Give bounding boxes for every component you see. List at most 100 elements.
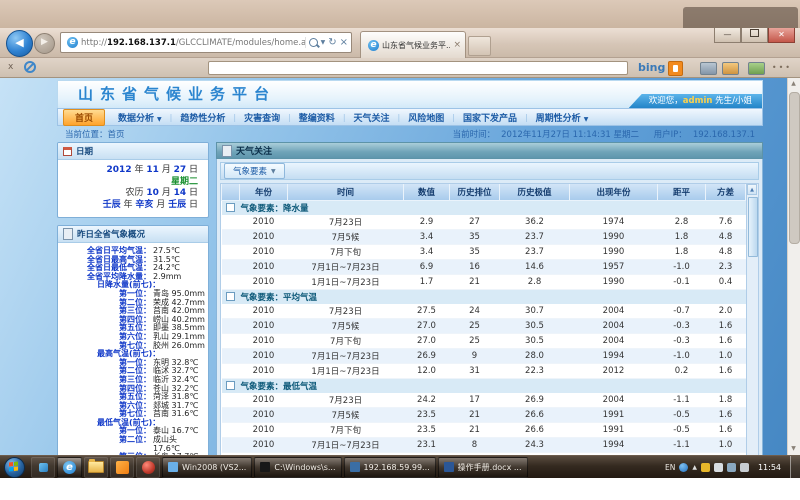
nav-item-1[interactable]: 首页: [63, 109, 105, 126]
start-button[interactable]: [4, 457, 25, 478]
stop-icon[interactable]: ×: [340, 37, 348, 48]
table-cell: 14.6: [500, 260, 570, 275]
back-button[interactable]: ◀: [6, 30, 33, 57]
group-header-row[interactable]: 气象要素：最低气温: [222, 379, 746, 394]
table-row[interactable]: 20107月下旬3.43523.719901.84.8: [222, 245, 746, 260]
language-indicator[interactable]: EN: [665, 463, 675, 472]
nav-item-6[interactable]: 天气关注: [346, 111, 398, 124]
current-time: 2012年11月27日 11:14:31 星期二: [501, 130, 639, 140]
explorer-icon[interactable]: [84, 457, 108, 478]
nav-item-7[interactable]: 风险地图: [400, 111, 452, 124]
element-dropdown-button[interactable]: 气象要素▼: [224, 163, 285, 179]
table-cell: -0.5: [658, 423, 706, 438]
url-text[interactable]: http://192.168.137.1/GLCCLIMATE/modules/…: [81, 38, 305, 48]
bing-logo[interactable]: bing: [638, 62, 665, 73]
taskbar-button[interactable]: 192.168.59.99...: [344, 457, 436, 478]
search-dropdown-icon[interactable]: ▼: [321, 39, 326, 46]
forward-button[interactable]: ▶: [34, 33, 55, 54]
table-cell: 2010: [240, 215, 288, 230]
table-row[interactable]: 20107月23日2.92736.219742.87.6: [222, 215, 746, 230]
table-row[interactable]: 20107月5候27.02530.52004-0.31.6: [222, 319, 746, 334]
taskbar-button[interactable]: C:\Windows\s...: [254, 457, 341, 478]
nav-item-5[interactable]: 整编资料: [291, 111, 343, 124]
more-options-icon[interactable]: •••: [772, 63, 792, 72]
orange-app-icon[interactable]: [110, 457, 134, 478]
group-header-row[interactable]: 气象要素：降水量: [222, 201, 746, 216]
maximize-button[interactable]: [741, 28, 768, 43]
taskbar-button[interactable]: 操作手册.docx ...: [438, 457, 528, 478]
column-header: [222, 184, 240, 201]
taskbar-button-label: Win2008 (VS2...: [182, 463, 246, 472]
taskbar-clock[interactable]: 11:54: [753, 463, 786, 472]
table-cell: 1.0: [706, 438, 746, 453]
table-cell: 31: [450, 364, 500, 379]
blocked-content-icon[interactable]: [24, 61, 36, 73]
new-tab-button[interactable]: [468, 36, 491, 56]
people-icon[interactable]: [748, 62, 765, 75]
tab-close-icon[interactable]: ×: [450, 40, 461, 50]
table-cell: 1991: [570, 423, 658, 438]
group-checkbox[interactable]: [226, 203, 235, 212]
show-desktop-button[interactable]: [790, 456, 800, 479]
address-bar[interactable]: e http://192.168.137.1/GLCCLIMATE/module…: [60, 32, 352, 53]
windows-flag-icon: [9, 461, 18, 471]
nav-item-8[interactable]: 国家下发产品: [455, 111, 525, 124]
table-cell: 24.3: [500, 438, 570, 453]
table-cell: 1.8: [658, 230, 706, 245]
browser-tab[interactable]: e 山东省气候业务平... ×: [360, 31, 466, 58]
nav-item-2[interactable]: 数据分析▼: [110, 111, 170, 124]
table-toolbar: 气象要素▼: [220, 162, 759, 180]
table-row[interactable]: 20107月23日27.52430.72004-0.72.0: [222, 304, 746, 319]
tools-icon[interactable]: [722, 62, 739, 75]
bing-tile-icon[interactable]: [668, 61, 683, 76]
tray-alert-icon[interactable]: [701, 463, 710, 472]
table-row[interactable]: 20101月1日~7月23日1.7212.81990-0.10.4: [222, 275, 746, 290]
browser-scrollbar-thumb[interactable]: [789, 92, 800, 244]
group-checkbox[interactable]: [226, 381, 235, 390]
nav-item-9[interactable]: 周期性分析▼: [528, 111, 597, 124]
nav-item-4[interactable]: 灾害查询: [236, 111, 288, 124]
scrollbar-thumb[interactable]: [748, 197, 758, 257]
minimize-button[interactable]: —: [714, 28, 741, 43]
table-row[interactable]: 20107月5候23.52126.61991-0.51.6: [222, 408, 746, 423]
pinned-app-icon[interactable]: [31, 457, 55, 478]
nav-item-3[interactable]: 趋势性分析: [172, 111, 233, 124]
toolbar-search-input[interactable]: [208, 61, 628, 75]
browser-scroll-down-icon[interactable]: ▼: [788, 443, 799, 455]
video-icon[interactable]: [700, 62, 717, 75]
scroll-up-icon[interactable]: ▲: [747, 184, 757, 195]
table-row[interactable]: 20107月1日~7月23日6.91614.61957-1.02.3: [222, 260, 746, 275]
tray-network-icon[interactable]: [727, 463, 736, 472]
table-row[interactable]: 20107月1日~7月23日23.1824.31994-1.11.0: [222, 438, 746, 453]
table-row[interactable]: 20107月1日~7月23日26.9928.01994-1.01.0: [222, 349, 746, 364]
taskbar-button[interactable]: Win2008 (VS2...: [162, 457, 252, 478]
tray-volume-icon[interactable]: [740, 463, 749, 472]
refresh-icon[interactable]: ↻: [328, 37, 336, 48]
table-row[interactable]: 20107月下旬27.02530.52004-0.31.6: [222, 334, 746, 349]
table-row[interactable]: 20107月5候3.43523.719901.84.8: [222, 230, 746, 245]
close-button[interactable]: ✕: [768, 28, 795, 43]
table-row[interactable]: 20101月1日~7月23日12.03122.320120.21.6: [222, 364, 746, 379]
tray-app-icon[interactable]: [679, 463, 688, 472]
table-cell: 23.5: [404, 423, 450, 438]
group-header-row[interactable]: 气象要素：平均气温: [222, 290, 746, 305]
group-checkbox[interactable]: [226, 292, 235, 301]
table-scrollbar[interactable]: ▲: [746, 184, 758, 455]
search-icon[interactable]: [309, 38, 318, 47]
table-cell: 1.6: [706, 334, 746, 349]
browser-scrollbar[interactable]: ▲ ▼: [787, 78, 800, 455]
tray-expand-icon[interactable]: ▲: [692, 464, 697, 471]
media-app-icon[interactable]: [136, 457, 160, 478]
table-row[interactable]: 20107月23日24.21726.92004-1.11.8: [222, 393, 746, 408]
tray-flag-icon[interactable]: [714, 463, 723, 472]
taskbar-ie-button[interactable]: e: [57, 457, 82, 478]
table-cell: 7月5候: [288, 408, 404, 423]
group-label: 气象要素：降水量: [240, 201, 746, 216]
browser-scroll-up-icon[interactable]: ▲: [788, 78, 799, 90]
table-cell: 7.6: [706, 215, 746, 230]
table-row[interactable]: 20107月下旬23.52126.61991-0.51.6: [222, 423, 746, 438]
chevron-down-icon: ▼: [157, 116, 162, 123]
window-controls: — ✕: [714, 28, 795, 43]
table-cell: 7月23日: [288, 304, 404, 319]
addon-bar-close-icon[interactable]: x: [8, 62, 13, 72]
